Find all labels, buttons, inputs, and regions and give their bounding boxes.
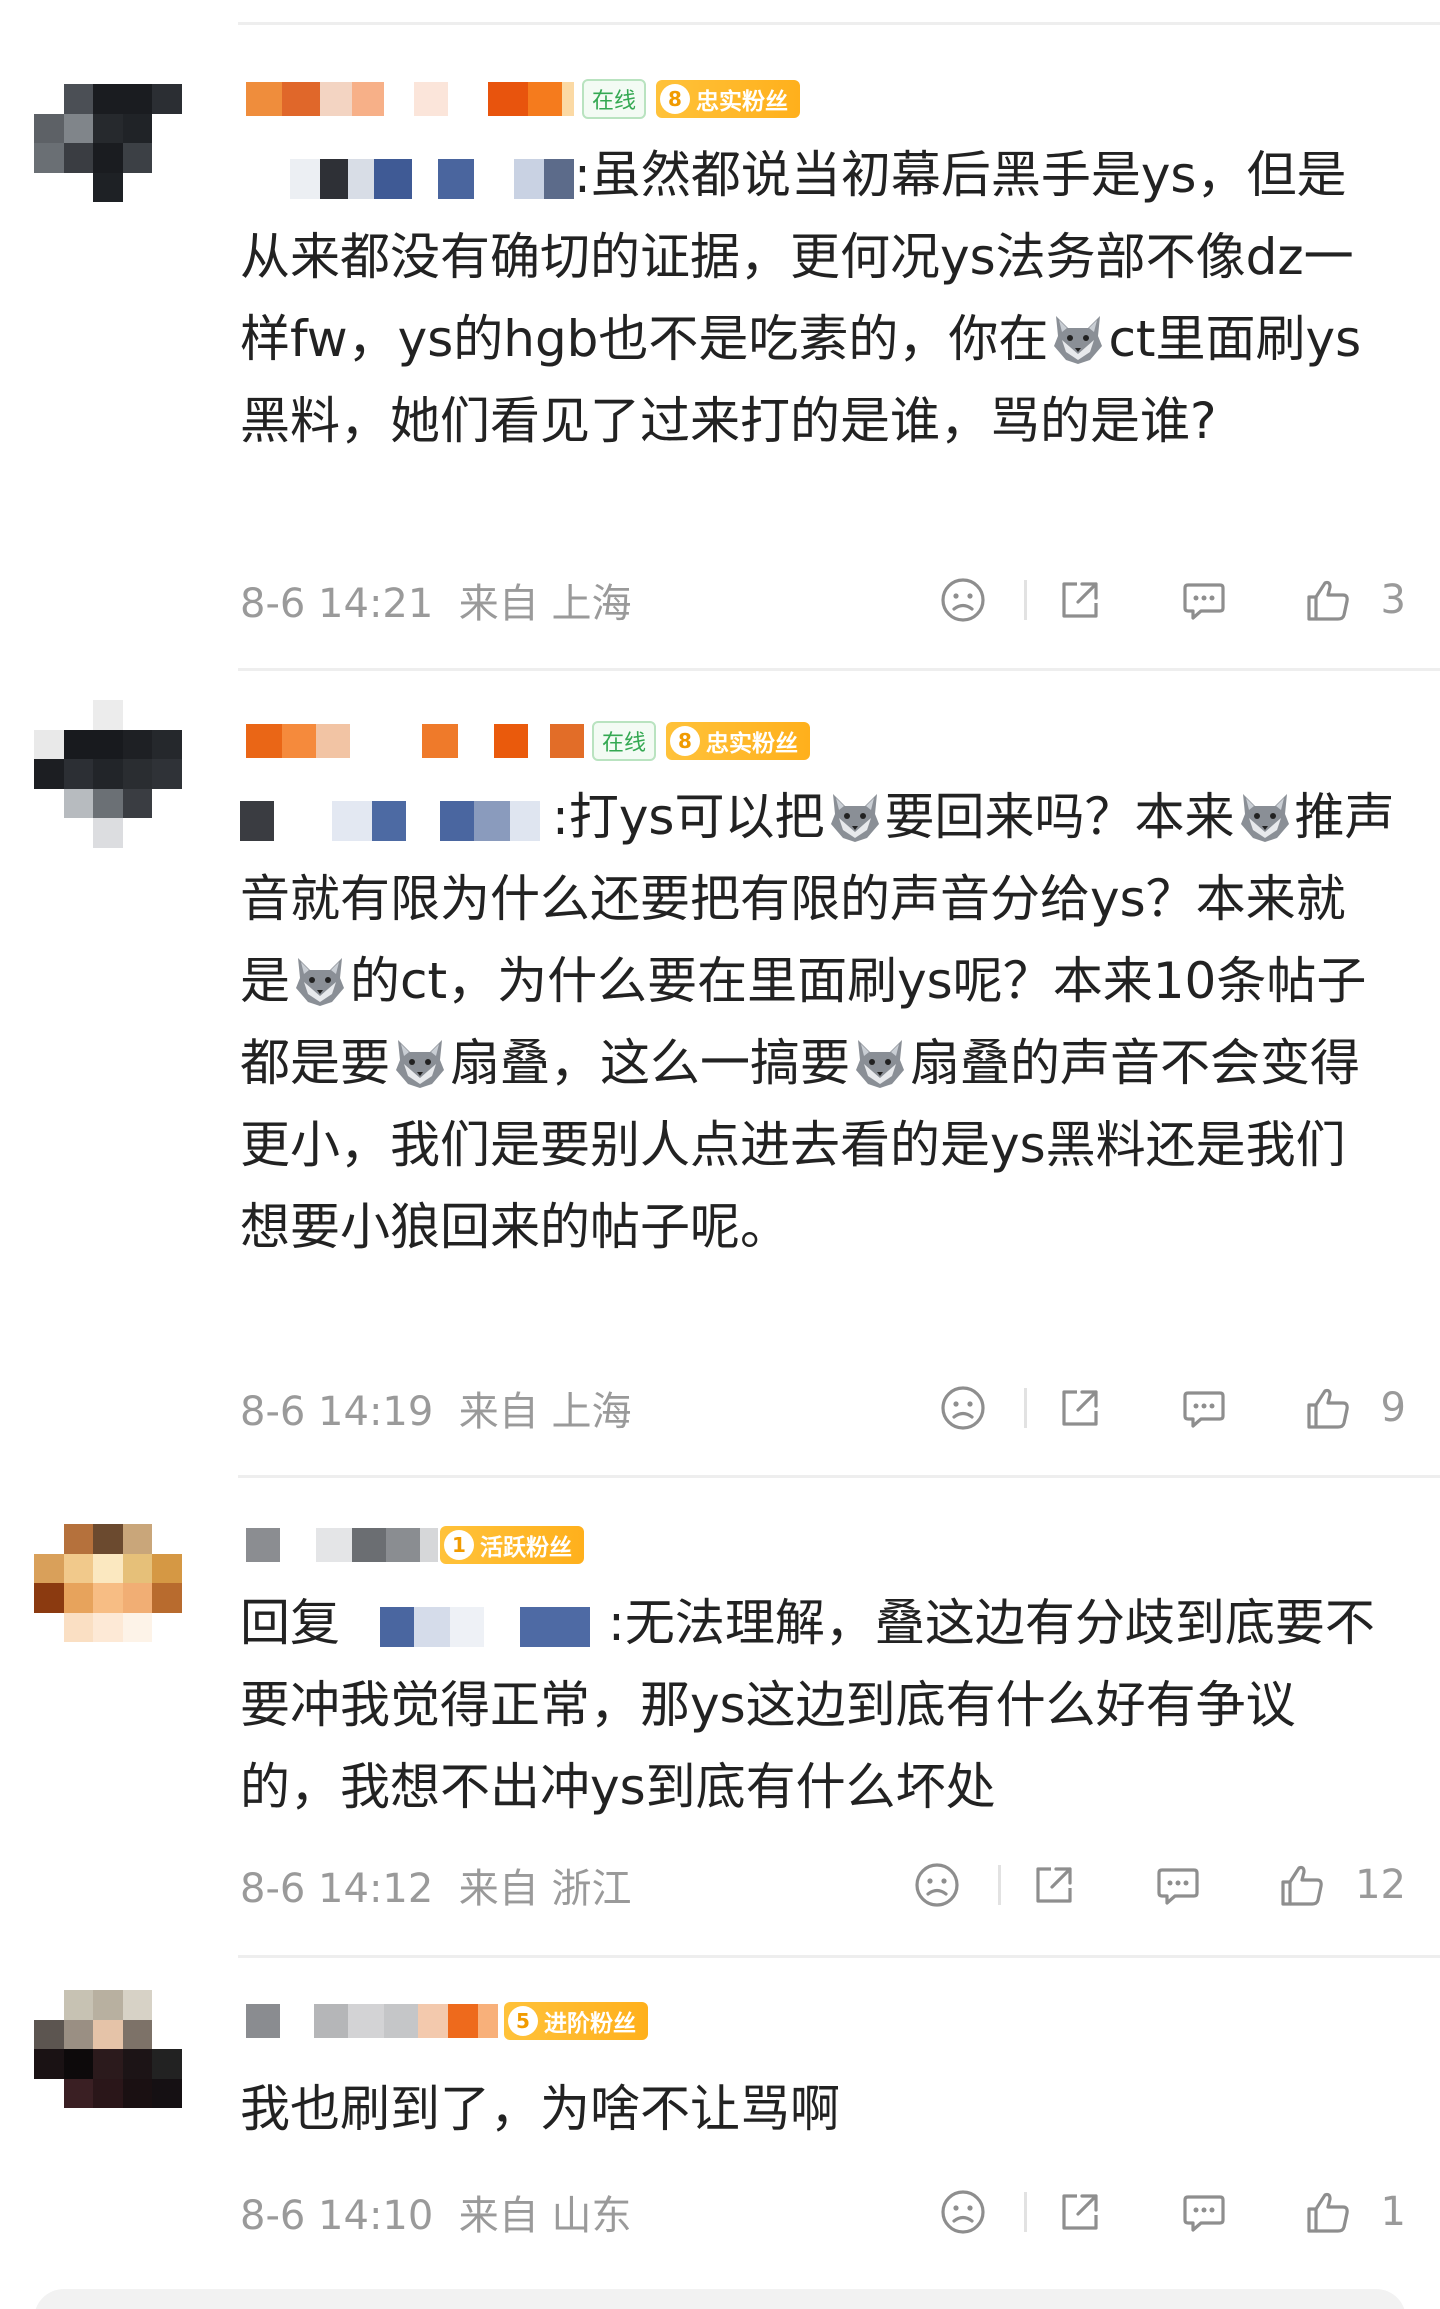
wolf-emoji-icon [392,1034,448,1090]
share-button[interactable] [1053,2185,1107,2239]
timestamp: 8-6 14:12 来自 浙江 [240,1866,632,1912]
like-button[interactable]: 9 [1301,1381,1406,1435]
wolf-emoji-icon [1237,788,1293,844]
username-mask[interactable] [246,2004,280,2038]
like-button[interactable]: 12 [1275,1858,1406,1912]
mention-mask[interactable] [380,1606,414,1647]
fan-level: 1 [444,1530,474,1560]
reply-button[interactable] [1151,1858,1205,1912]
comment-text-part: 扇叠，这么一搞要 [450,1034,850,1092]
divider [238,22,1440,25]
fan-badge-label: 进阶粉丝 [544,2011,636,2037]
mention-mask[interactable] [374,158,412,199]
timestamp: 8-6 14:19 来自 上海 [240,1389,632,1435]
share-icon [1055,2187,1105,2237]
username-mask[interactable] [246,82,282,116]
online-badge: 在线 [592,721,657,761]
like-button[interactable]: 1 [1301,2185,1406,2239]
reply-prefix: 回复 [240,1594,340,1652]
username-row: 在线 8 忠实粉丝 [246,76,801,122]
share-icon [1055,1383,1105,1433]
dislike-button[interactable] [936,1381,990,1435]
fan-level: 8 [660,84,691,114]
comment-bubble-icon [1179,1383,1229,1433]
avatar[interactable] [34,1524,182,1672]
username-mask[interactable] [246,1528,280,1562]
reply-button[interactable] [1177,1381,1231,1435]
like-count: 1 [1380,2189,1406,2235]
comment-text-part: :打ys可以把 [552,788,825,846]
divider [998,1865,1002,1905]
divider [1023,2192,1027,2232]
comment-text-part: 要回来吗？本来 [884,788,1235,846]
fan-badge[interactable]: 8 忠实粉丝 [656,80,801,118]
thumbs-up-icon [1303,1383,1353,1433]
dislike-button[interactable] [910,1858,964,1912]
fan-badge[interactable]: 8 忠实粉丝 [666,722,811,760]
timestamp: 8-6 14:21 来自 上海 [240,581,632,627]
fan-badge-label: 忠实粉丝 [706,731,799,757]
comment-bubble-icon [1179,575,1229,625]
like-button[interactable]: 3 [1301,573,1406,627]
wolf-emoji-icon [827,788,883,844]
username-row: 1 活跃粉丝 [246,1522,584,1568]
divider [238,1475,1440,1478]
comment-bubble-icon [1179,2187,1229,2237]
bottom-input-bar[interactable] [34,2289,1406,2309]
share-button[interactable] [1053,573,1107,627]
share-button[interactable] [1053,1381,1107,1435]
sad-face-icon [938,2187,988,2237]
divider [238,668,1440,671]
online-badge: 在线 [582,79,647,119]
wolf-emoji-icon [852,1034,908,1090]
share-button[interactable] [1027,1858,1081,1912]
fan-badge[interactable]: 5 进阶粉丝 [504,2002,648,2040]
fan-badge-label: 活跃粉丝 [480,1535,572,1561]
sad-face-icon [938,1383,988,1433]
fan-level: 8 [670,726,701,756]
comment-meta: 8-6 14:10 来自 山东 1 [240,2184,1406,2240]
comment-text: 回复:无法理解，叠这边有分歧到底要不要冲我觉得正常，那ys这边到底有什么好有争议… [240,1582,1395,1828]
username-mask[interactable] [246,724,282,758]
comment-text-part: 我也刷到了，为啥不让骂啊 [240,2080,840,2138]
timestamp: 8-6 14:10 来自 山东 [240,2193,632,2239]
thumbs-up-icon [1303,2187,1353,2237]
fan-badge[interactable]: 1 活跃粉丝 [440,1526,584,1564]
dislike-button[interactable] [936,573,990,627]
comment-meta: 8-6 14:19 来自 上海 9 [240,1380,1406,1436]
like-count: 12 [1355,1862,1406,1908]
username-row: 5 进阶粉丝 [246,1998,648,2044]
wolf-emoji-icon [292,952,348,1008]
comment-meta: 8-6 14:12 来自 浙江 12 [240,1857,1406,1913]
wolf-emoji-icon [1050,310,1106,366]
avatar[interactable] [34,1990,182,2138]
comment-meta: 8-6 14:21 来自 上海 3 [240,572,1406,628]
comment-bubble-icon [1153,1860,1203,1910]
like-count: 9 [1380,1385,1406,1431]
fan-badge-label: 忠实粉丝 [696,89,789,115]
comment-text: :虽然都说当初幕后黑手是ys，但是从来都没有确切的证据，更何况ys法务部不像dz… [240,134,1395,462]
avatar[interactable] [34,84,182,232]
sad-face-icon [912,1860,962,1910]
divider [1023,580,1027,620]
comment-text: 我也刷到了，为啥不让骂啊 [240,2068,1395,2150]
fan-level: 5 [508,2006,538,2036]
share-icon [1055,575,1105,625]
reply-button[interactable] [1177,2185,1231,2239]
comment-text: :打ys可以把 要回来吗？本来 推声音就有限为什么还要把有限的声音分给ys？本来就是… [240,776,1395,1268]
username-row: 在线 8 忠实粉丝 [246,718,811,764]
comment-thread: 在线 8 忠实粉丝 :虽然都说当初幕后黑手是ys，但是从来都没有确切的证据，更何… [0,0,1440,2309]
reply-button[interactable] [1177,573,1231,627]
thumbs-up-icon [1303,575,1353,625]
thumbs-up-icon [1277,1860,1327,1910]
sad-face-icon [938,575,988,625]
divider [238,1955,1440,1958]
mention-mask[interactable] [240,800,274,841]
like-count: 3 [1380,577,1406,623]
dislike-button[interactable] [936,2185,990,2239]
share-icon [1029,1860,1079,1910]
avatar[interactable] [34,700,182,848]
divider [1023,1388,1027,1428]
